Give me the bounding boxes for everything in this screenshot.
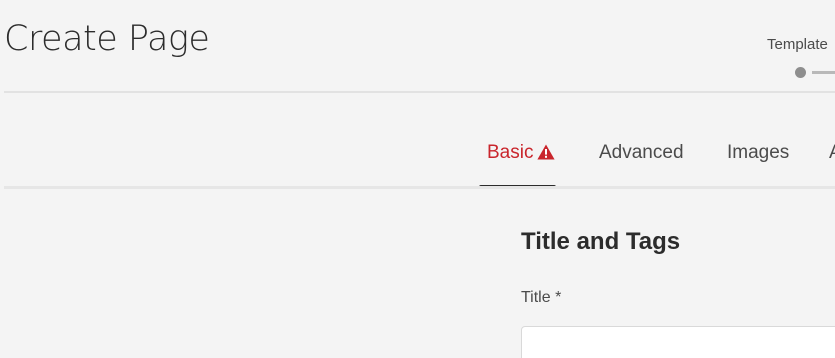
tab-basic[interactable]: Basic bbox=[479, 137, 556, 189]
wizard-step-label-template: Template bbox=[767, 36, 828, 53]
tab-images[interactable]: Images bbox=[727, 137, 789, 189]
title-input[interactable] bbox=[521, 326, 835, 358]
wizard-steps: Template bbox=[767, 36, 835, 80]
alert-icon bbox=[537, 144, 555, 160]
tab-partially-visible[interactable]: A bbox=[829, 137, 835, 189]
wizard-step-connector bbox=[812, 71, 835, 74]
tabs-divider bbox=[4, 186, 835, 189]
page-title: Create Page bbox=[4, 19, 210, 59]
create-page-wizard: Create Page Template Basic Advanced Imag… bbox=[0, 0, 835, 358]
header-divider bbox=[4, 91, 835, 93]
title-field-label: Title * bbox=[521, 289, 562, 306]
section-title: Title and Tags bbox=[521, 228, 681, 255]
tab-basic-label: Basic bbox=[487, 142, 534, 163]
tab-list: Basic Advanced Images A bbox=[0, 137, 835, 189]
tab-advanced[interactable]: Advanced bbox=[599, 137, 684, 189]
wizard-step-dot[interactable] bbox=[795, 67, 806, 78]
